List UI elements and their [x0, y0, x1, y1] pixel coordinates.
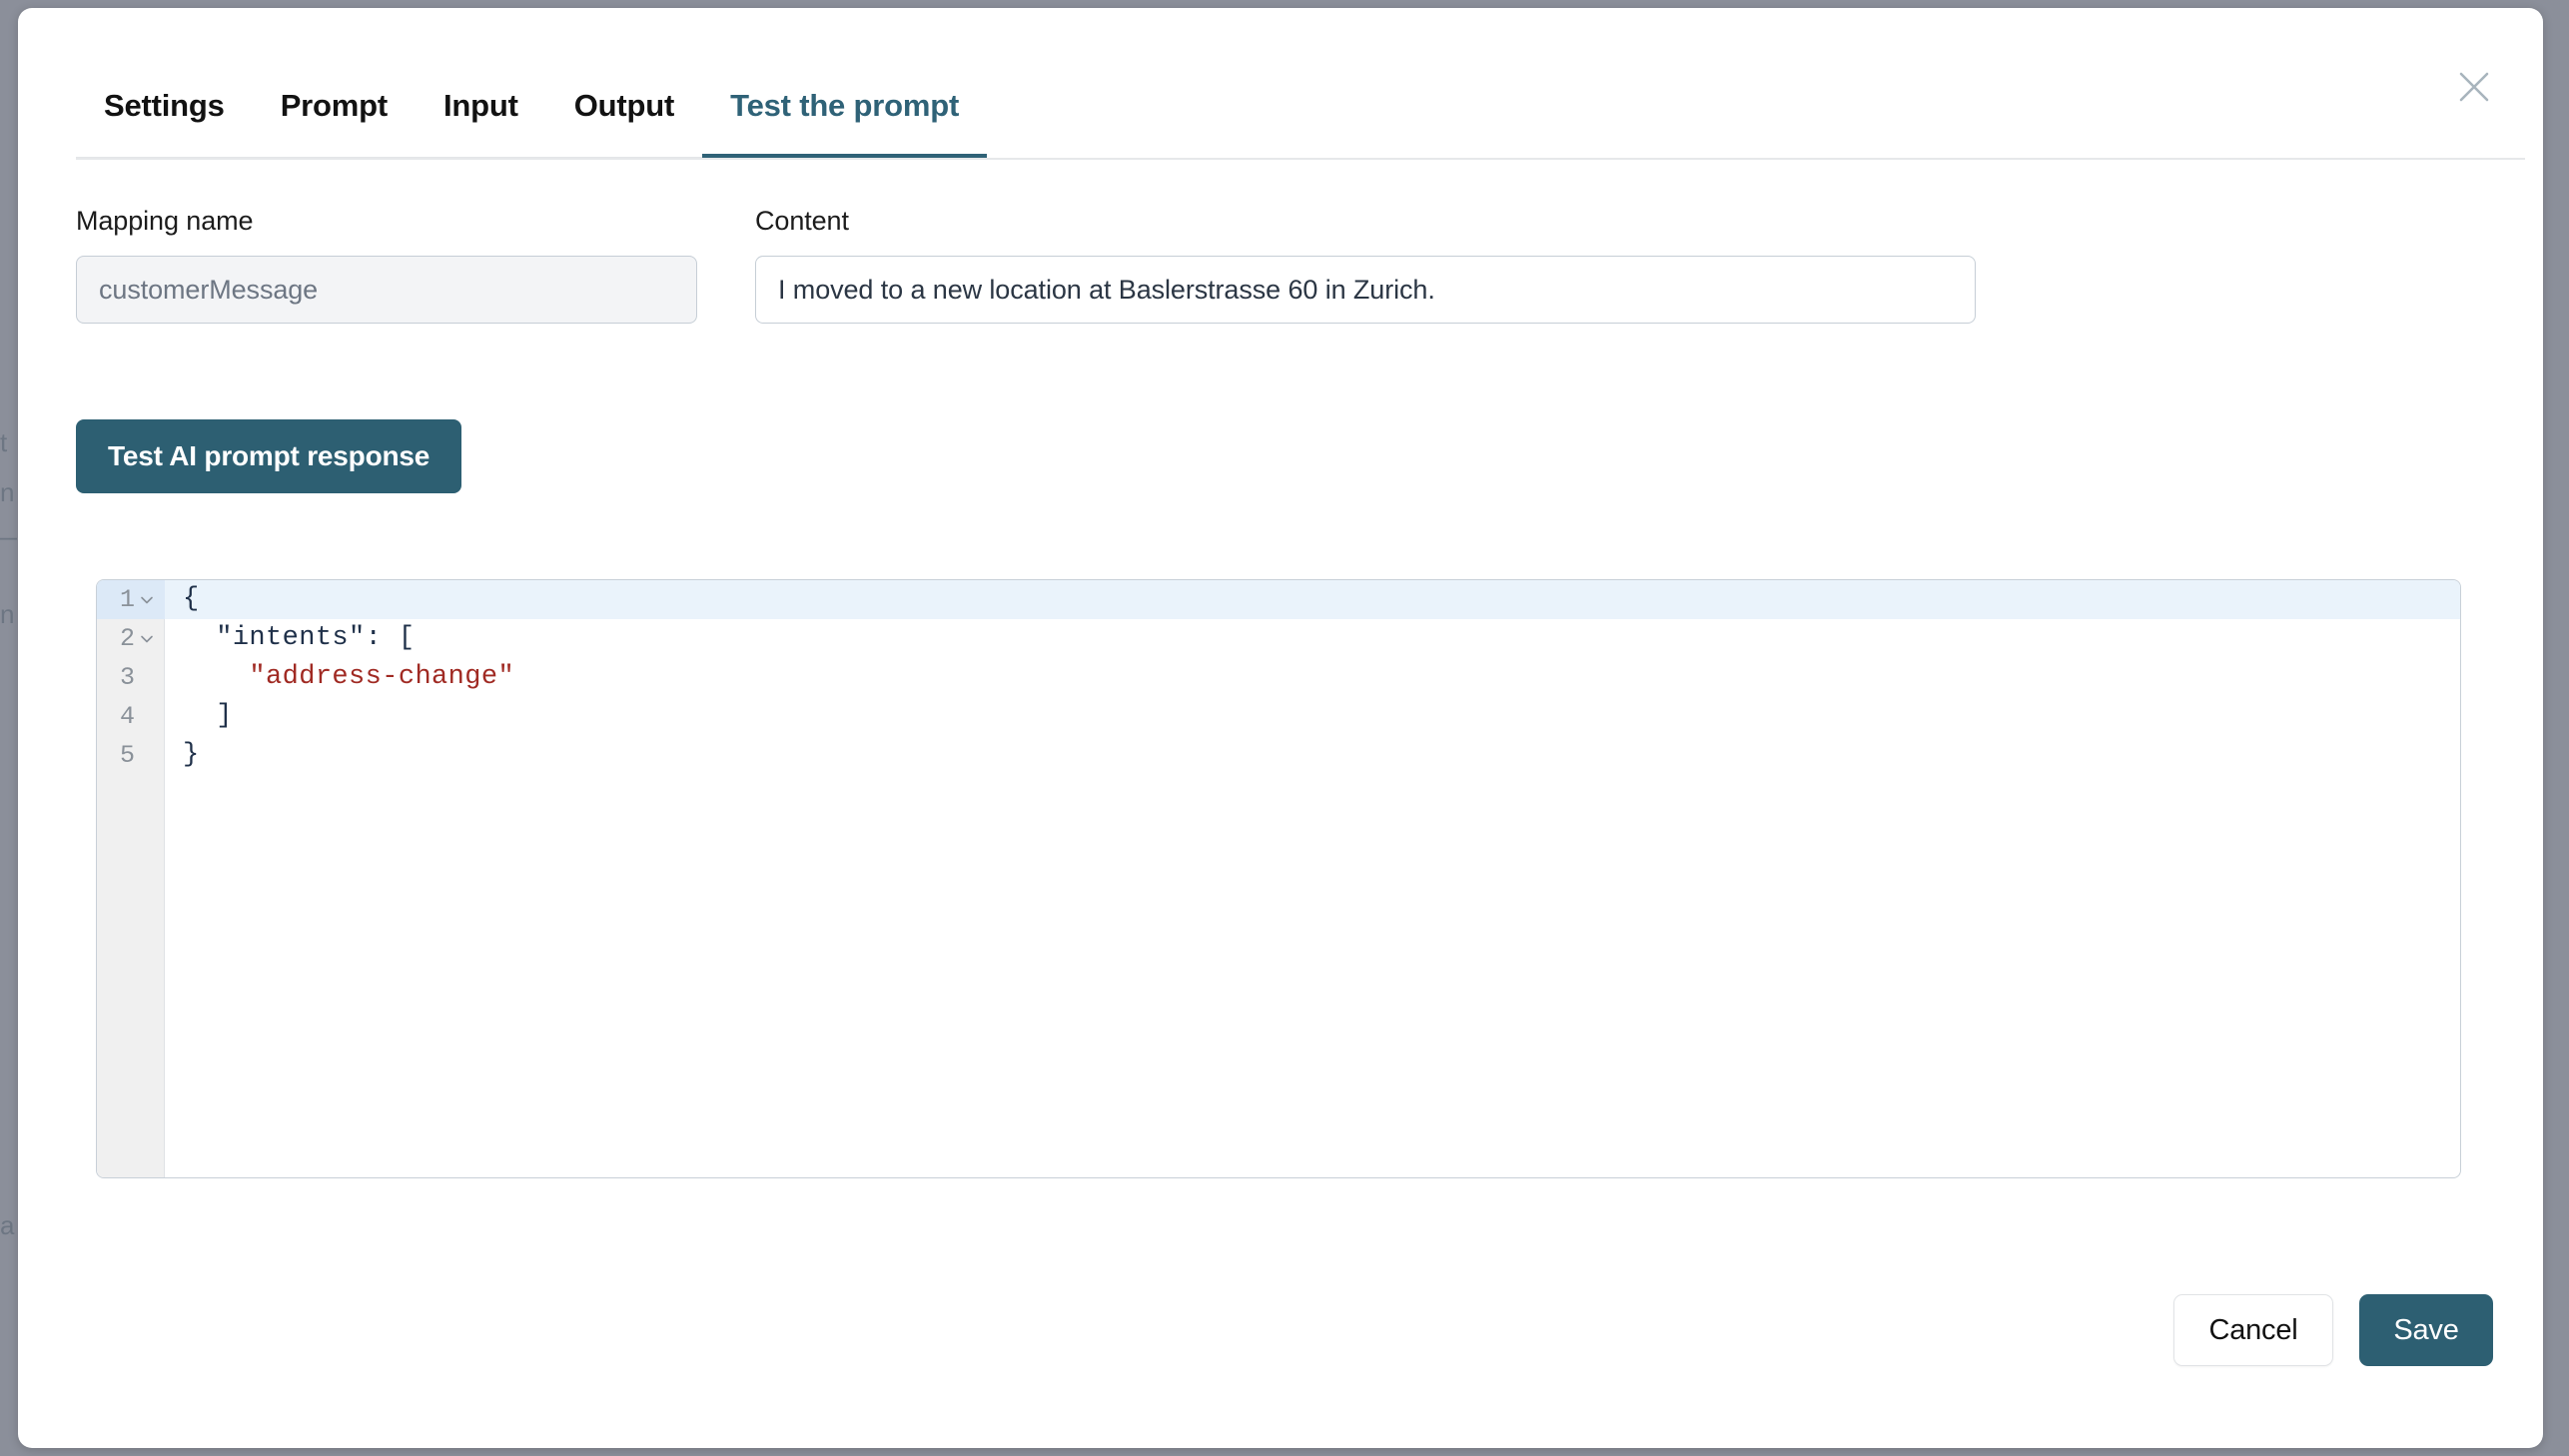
line-number: 4 — [120, 702, 137, 731]
line-number: 3 — [120, 663, 137, 692]
code-text: } — [165, 736, 2460, 775]
line-number-cell: 2 — [97, 619, 165, 658]
tab-label: Input — [443, 86, 518, 126]
tab-input[interactable]: Input — [416, 86, 546, 160]
background-text-fragment: n — [0, 599, 17, 630]
code-line[interactable]: 1 { — [97, 580, 2460, 619]
line-number: 2 — [120, 624, 137, 653]
cancel-label: Cancel — [2208, 1314, 2297, 1347]
mapping-name-field-group: Mapping name — [76, 204, 697, 324]
json-string-value: "address-change" — [249, 662, 514, 692]
code-line[interactable]: 4 ] — [97, 697, 2460, 736]
line-number: 1 — [120, 585, 137, 614]
background-text-fragment: t — [0, 427, 17, 458]
code-line[interactable]: 3 "address-change" — [97, 658, 2460, 697]
content-input[interactable] — [755, 256, 1976, 324]
save-button[interactable]: Save — [2359, 1294, 2493, 1366]
code-text: ] — [165, 697, 2460, 736]
test-ai-prompt-response-label: Test AI prompt response — [108, 440, 429, 472]
mapping-name-input[interactable] — [76, 256, 697, 324]
dialog-footer: Cancel Save — [2173, 1294, 2493, 1366]
code-text: { — [165, 580, 2460, 619]
json-response-editor[interactable]: 1 { 2 "intents": [ 3 — [96, 579, 2461, 1178]
save-label: Save — [2393, 1314, 2458, 1347]
line-number-cell: 1 — [97, 580, 165, 619]
cancel-button[interactable]: Cancel — [2173, 1294, 2333, 1366]
line-number-cell: 4 — [97, 697, 165, 736]
chevron-down-icon[interactable] — [137, 631, 157, 647]
tab-label: Test the prompt — [730, 86, 959, 126]
mapping-name-label: Mapping name — [76, 204, 697, 238]
dialog-tabs: Settings Prompt Input Output Test the pr… — [76, 86, 2525, 160]
line-number-cell: 5 — [97, 736, 165, 775]
tabbar-divider — [76, 158, 2525, 160]
line-number: 5 — [120, 741, 137, 770]
chevron-down-icon[interactable] — [137, 592, 157, 608]
editor-content: 1 { 2 "intents": [ 3 — [97, 580, 2460, 1177]
background-text-fragment: n — [0, 477, 17, 508]
code-text: "intents": [ — [165, 619, 2460, 658]
tab-test-the-prompt[interactable]: Test the prompt — [702, 86, 987, 160]
tab-prompt[interactable]: Prompt — [253, 86, 416, 160]
background-text-fragment: — — [0, 521, 17, 552]
code-line[interactable]: 5 } — [97, 736, 2460, 775]
tab-label: Prompt — [281, 86, 388, 126]
line-number-cell: 3 — [97, 658, 165, 697]
test-ai-prompt-response-button[interactable]: Test AI prompt response — [76, 419, 461, 493]
tab-label: Output — [574, 86, 674, 126]
content-label: Content — [755, 204, 1976, 238]
background-text-fragment: a — [0, 1210, 17, 1241]
mapping-form-row: Mapping name Content — [76, 204, 2473, 324]
code-text: "address-change" — [165, 658, 2460, 697]
content-field-group: Content — [755, 204, 1976, 324]
test-prompt-dialog: Settings Prompt Input Output Test the pr… — [18, 8, 2543, 1448]
tab-output[interactable]: Output — [546, 86, 702, 160]
tab-label: Settings — [104, 86, 225, 126]
code-line[interactable]: 2 "intents": [ — [97, 619, 2460, 658]
tab-settings[interactable]: Settings — [76, 86, 253, 160]
